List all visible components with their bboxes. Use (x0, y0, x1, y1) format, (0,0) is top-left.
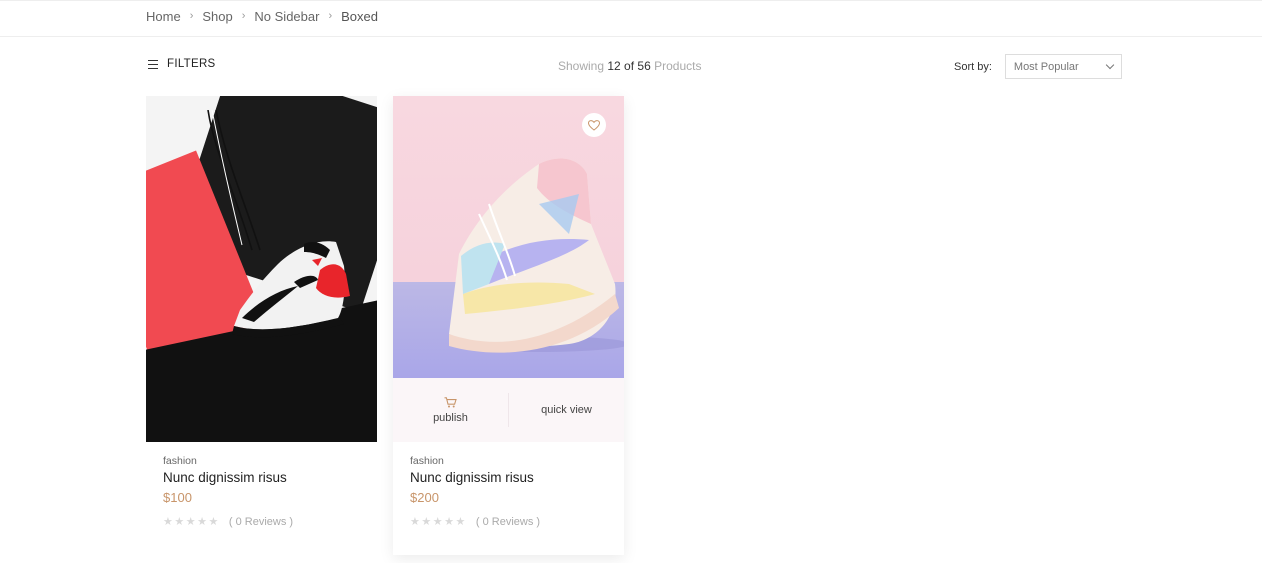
star-icon: ★ (197, 516, 207, 528)
results-count-prefix: Showing (558, 59, 605, 73)
quick-view-label: quick view (541, 404, 592, 416)
product-category[interactable]: fashion (163, 455, 360, 467)
product-image[interactable] (393, 96, 624, 378)
star-icon: ★ (163, 516, 173, 528)
rating-stars: ★ ★ ★ ★ ★ (163, 515, 220, 528)
sort-select[interactable]: Most Popular (1004, 54, 1122, 79)
star-icon: ★ (185, 516, 196, 528)
product-card[interactable]: publish quick view fashion Nunc dignissi… (393, 96, 624, 555)
publish-label: publish (433, 411, 468, 424)
header-divider (0, 36, 1262, 37)
quick-view-button[interactable]: quick view (508, 393, 624, 427)
product-name[interactable]: Nunc dignissim risus (410, 470, 607, 485)
filters-toggle[interactable]: FILTERS (148, 58, 216, 70)
review-count[interactable]: ( 0 Reviews ) (476, 516, 540, 528)
product-card[interactable]: fashion Nunc dignissim risus $100 ★ ★ ★ … (146, 96, 377, 536)
review-count[interactable]: ( 0 Reviews ) (229, 516, 293, 528)
sort-label: Sort by: (954, 60, 992, 73)
sort-control: Sort by: Most Popular (954, 54, 1122, 79)
star-icon: ★ (174, 516, 185, 528)
product-rating: ★ ★ ★ ★ ★ ( 0 Reviews ) (410, 515, 607, 529)
breadcrumb-separator-icon: › (328, 10, 333, 22)
sneaker-graphic (449, 158, 624, 353)
star-icon: ★ (444, 516, 454, 528)
results-count: Showing 12 of 56 Products (558, 59, 701, 73)
star-icon: ★ (432, 516, 443, 528)
rating-stars: ★ ★ ★ ★ ★ (410, 515, 467, 528)
breadcrumb: Home › Shop › No Sidebar › Boxed (146, 8, 378, 24)
hamburger-icon (148, 59, 158, 69)
product-price: $200 (410, 490, 439, 505)
breadcrumb-boxed: Boxed (341, 8, 378, 24)
product-category[interactable]: fashion (410, 455, 607, 467)
breadcrumb-separator-icon: › (241, 10, 246, 22)
heart-icon[interactable] (582, 113, 606, 137)
breadcrumb-shop[interactable]: Shop (202, 9, 232, 24)
filters-label: FILTERS (167, 58, 216, 70)
sort-select-value: Most Popular (1013, 60, 1079, 73)
product-price: $100 (163, 490, 192, 505)
product-actions: publish quick view (393, 378, 624, 442)
product-image[interactable] (146, 96, 377, 442)
chevron-down-icon (1105, 60, 1115, 69)
breadcrumb-home[interactable]: Home (146, 9, 181, 24)
star-icon: ★ (208, 516, 219, 528)
product-rating: ★ ★ ★ ★ ★ ( 0 Reviews ) (163, 515, 360, 529)
star-icon: ★ (421, 516, 432, 528)
results-count-value: 12 of 56 (607, 59, 651, 73)
publish-button[interactable]: publish (393, 378, 508, 442)
product-info: fashion Nunc dignissim risus $200 ★ ★ ★ … (393, 442, 624, 528)
sneaker-graphic (232, 241, 350, 338)
product-info: fashion Nunc dignissim risus $100 ★ ★ ★ … (146, 442, 377, 528)
results-count-suffix: Products (654, 59, 702, 73)
breadcrumb-separator-icon: › (189, 10, 194, 22)
star-icon: ★ (455, 516, 466, 528)
cart-icon (444, 396, 457, 407)
star-icon: ★ (410, 516, 420, 528)
top-border (0, 0, 1262, 2)
product-name[interactable]: Nunc dignissim risus (163, 470, 360, 485)
breadcrumb-no-sidebar[interactable]: No Sidebar (254, 9, 319, 24)
